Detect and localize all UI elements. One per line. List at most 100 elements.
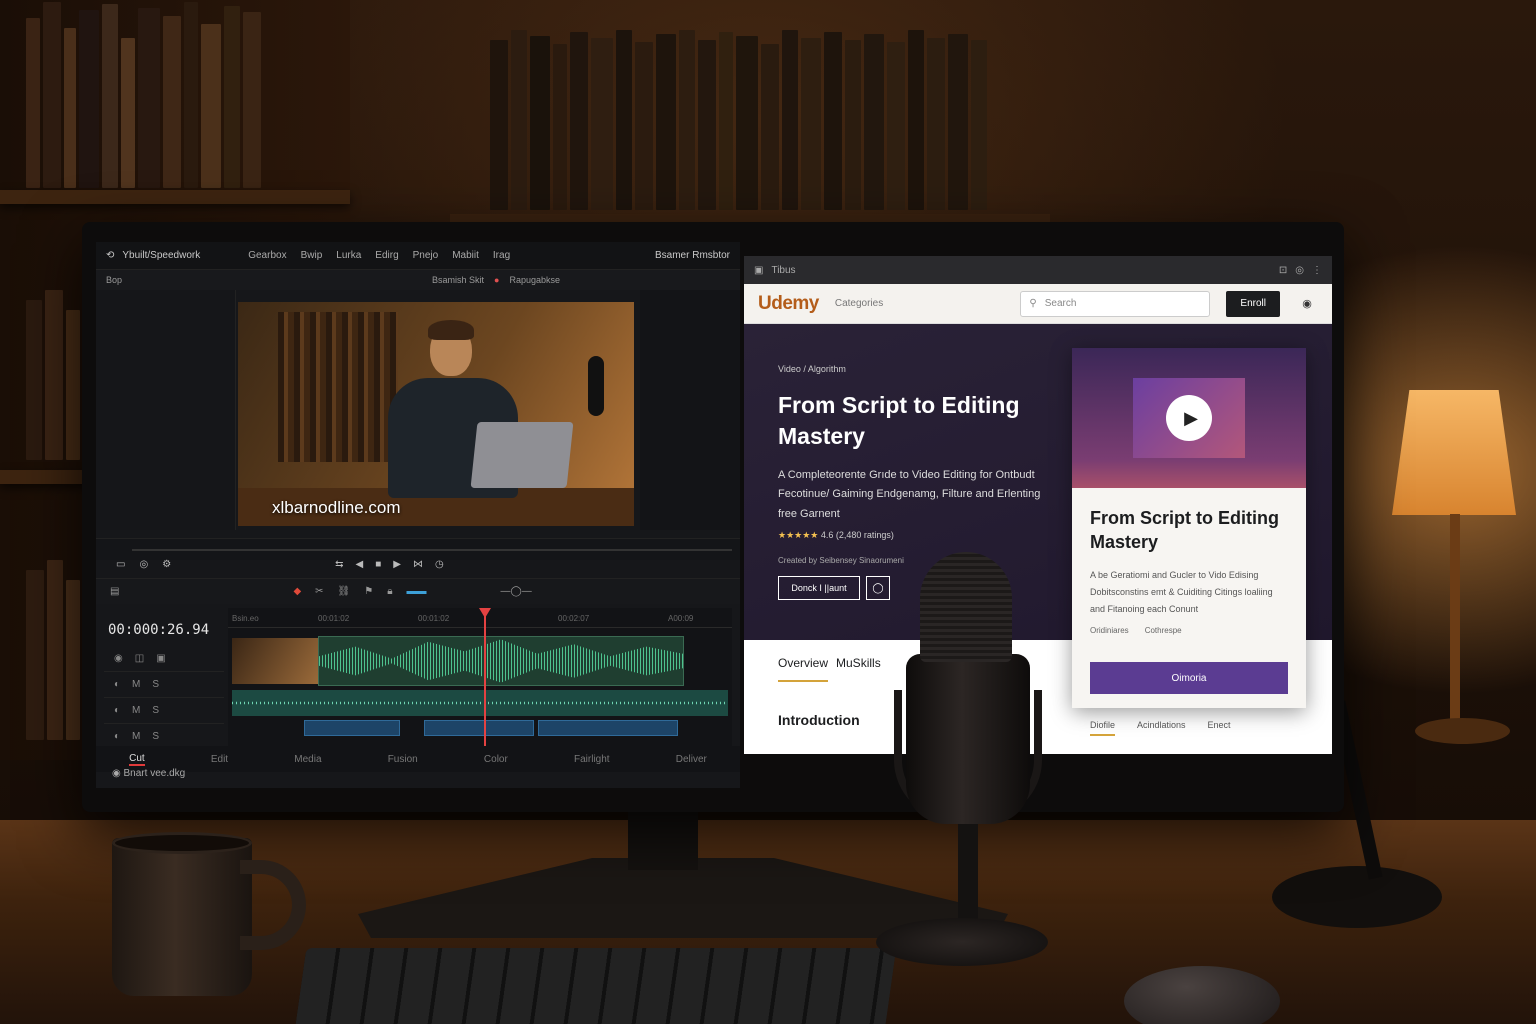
lock-icon[interactable]: 🔒︎ xyxy=(387,586,392,597)
breadcrumb[interactable]: Video / Algorithm xyxy=(778,364,846,374)
menu-item[interactable]: Pnejo xyxy=(413,250,439,261)
video-editor-window: ⟲ Ybuilt/Speedwork Gearbox Bwip Lurka Ed… xyxy=(96,242,740,788)
layout-icon[interactable]: ▤ xyxy=(110,586,119,597)
blade-icon[interactable]: ✂ xyxy=(315,586,323,597)
clock-icon[interactable]: ◷ xyxy=(435,559,444,570)
record-icon[interactable]: ● xyxy=(494,275,499,285)
audio-meter-icon[interactable]: ▬▬ xyxy=(407,586,427,597)
cart-icon[interactable]: ◉ xyxy=(1296,293,1318,315)
eye-icon[interactable]: ◉ xyxy=(114,653,123,664)
tab-skills[interactable]: MuSkills xyxy=(836,656,881,682)
solo-icon[interactable]: S xyxy=(152,705,159,716)
playback-buttons: ⇆ ◀ ■ ▶ ⋈ ◷ xyxy=(335,559,444,570)
timeline-ruler[interactable]: Bsin.eo 00:01:02 00:01:02 00:02:07 A00:0… xyxy=(228,608,732,628)
course-thumbnail[interactable]: ▶ xyxy=(1133,378,1245,458)
lock-icon[interactable]: ⊡ xyxy=(1279,265,1287,276)
settings-icon[interactable]: ⚙ xyxy=(162,559,171,570)
browser-tab-label[interactable]: Tibus xyxy=(771,265,795,276)
zoom-slider[interactable]: —◯— xyxy=(501,586,532,597)
search-icon: ⚲ xyxy=(1029,298,1037,309)
snap-icon[interactable]: ◆ xyxy=(293,586,301,597)
link-icon[interactable]: ⛓ xyxy=(338,586,351,597)
card-enroll-button[interactable]: Oimoria xyxy=(1090,662,1288,694)
categories-dropdown[interactable]: Categories xyxy=(835,298,883,309)
menu-item[interactable]: Bwip xyxy=(301,250,323,261)
tab-icon[interactable]: ▣ xyxy=(754,265,763,276)
speaker-icon[interactable]: ◐ xyxy=(114,679,120,690)
card-tab[interactable]: Acindlations xyxy=(1137,720,1186,736)
viewer-person-hair xyxy=(428,320,474,340)
clip-select-icon[interactable]: ▭ xyxy=(116,559,125,570)
track-header-a1[interactable]: ◐ M S xyxy=(104,672,224,698)
course-rating: ★★★★★ 4.6 (2,480 ratings) xyxy=(778,530,894,541)
track-header-v1[interactable]: ◉ ◫ ▣ xyxy=(104,646,224,672)
preview-button[interactable]: Donck I ||aunt xyxy=(778,576,860,600)
card-tags: Oridiniares Cothrespe xyxy=(1072,618,1306,635)
audio-clip-5[interactable] xyxy=(538,720,678,736)
menu-item[interactable]: Irag xyxy=(493,250,510,261)
editor-menu-bar: Gearbox Bwip Lurka Edirg Pnejo Mabiit Ir… xyxy=(248,250,510,261)
tab-overview[interactable]: Overview xyxy=(778,656,829,682)
timeline-tracks[interactable]: Bsin.eo 00:01:02 00:01:02 00:02:07 A00:0… xyxy=(228,608,732,748)
viewer-laptop xyxy=(470,422,574,488)
prev-icon[interactable]: ◀ xyxy=(356,559,364,570)
coffee-mug-rim xyxy=(112,832,252,854)
top-bookshelf xyxy=(450,30,1050,230)
editor-workspace: xlbarnodline.com xyxy=(96,290,740,530)
card-tag: Oridiniares xyxy=(1090,625,1129,635)
solo-icon[interactable]: S xyxy=(152,731,159,742)
rating-text: 4.6 (2,480 ratings) xyxy=(820,530,894,540)
toolbar-label[interactable]: Bop xyxy=(106,275,122,285)
audio-clip-3[interactable] xyxy=(304,720,400,736)
card-tab[interactable]: Diofile xyxy=(1090,720,1116,736)
video-icon[interactable]: ▣ xyxy=(156,653,165,664)
menu-icon[interactable]: ⋮ xyxy=(1312,265,1322,276)
stop-icon[interactable]: ■ xyxy=(375,559,381,570)
card-tab[interactable]: Enect xyxy=(1208,720,1231,736)
trim-icon[interactable]: ⇆ xyxy=(335,559,343,570)
flag-icon[interactable]: ⚑ xyxy=(364,586,373,597)
speaker-icon[interactable]: ◐ xyxy=(114,731,120,742)
speaker-icon[interactable]: ◐ xyxy=(114,705,120,716)
track-header-a2[interactable]: ◐ M S xyxy=(104,698,224,724)
menu-item[interactable]: Lurka xyxy=(336,250,361,261)
play-icon[interactable]: ▶ xyxy=(1166,395,1212,441)
timecode-display: 00:000:26.94 xyxy=(108,622,210,638)
inspector-panel xyxy=(640,290,740,530)
mute-icon[interactable]: M xyxy=(132,679,140,690)
audio-waveform xyxy=(319,639,683,683)
profile-icon[interactable]: ◎ xyxy=(1295,265,1304,276)
media-bin[interactable] xyxy=(96,290,236,530)
card-title: From Script to Editing Mastery xyxy=(1090,508,1279,553)
playhead[interactable] xyxy=(484,608,486,748)
marker-icon[interactable]: ◎ xyxy=(139,559,148,570)
audio-clip-4[interactable] xyxy=(424,720,534,736)
share-icon[interactable]: ◯ xyxy=(866,576,890,600)
lock-icon[interactable]: ◫ xyxy=(135,653,144,664)
audio-clip-2[interactable] xyxy=(232,690,728,716)
lamp-base xyxy=(1415,718,1510,744)
ruler-mark: A00:09 xyxy=(668,614,694,623)
solo-icon[interactable]: S xyxy=(152,679,159,690)
mute-icon[interactable]: M xyxy=(132,731,140,742)
menu-item[interactable]: Gearbox xyxy=(248,250,286,261)
keyboard xyxy=(293,948,897,1024)
track-headers: ◉ ◫ ▣ ◐ M S ◐ M S ◐ M S xyxy=(104,646,224,756)
enroll-nav-button[interactable]: Enroll xyxy=(1226,290,1280,317)
video-clip[interactable] xyxy=(232,638,318,684)
course-preview-media[interactable]: ▶ xyxy=(1072,348,1306,488)
video-viewer[interactable]: xlbarnodline.com xyxy=(238,302,634,526)
viewer-bookshelf xyxy=(278,312,398,462)
udemy-logo[interactable]: Udemy xyxy=(758,293,819,315)
loop-icon[interactable]: ⋈ xyxy=(413,559,423,570)
course-title: From Script to Editing Mastery xyxy=(778,392,1020,450)
search-input[interactable]: ⚲ Search xyxy=(1020,290,1211,317)
play-icon[interactable]: ▶ xyxy=(393,559,401,570)
audio-clip-1[interactable] xyxy=(318,636,684,686)
menu-item[interactable]: Mabiit xyxy=(452,250,479,261)
menu-item[interactable]: Edirg xyxy=(375,250,398,261)
microphone-body xyxy=(906,654,1030,824)
search-placeholder: Search xyxy=(1044,298,1077,309)
card-tag: Cothrespe xyxy=(1144,625,1182,635)
mute-icon[interactable]: M xyxy=(132,705,140,716)
